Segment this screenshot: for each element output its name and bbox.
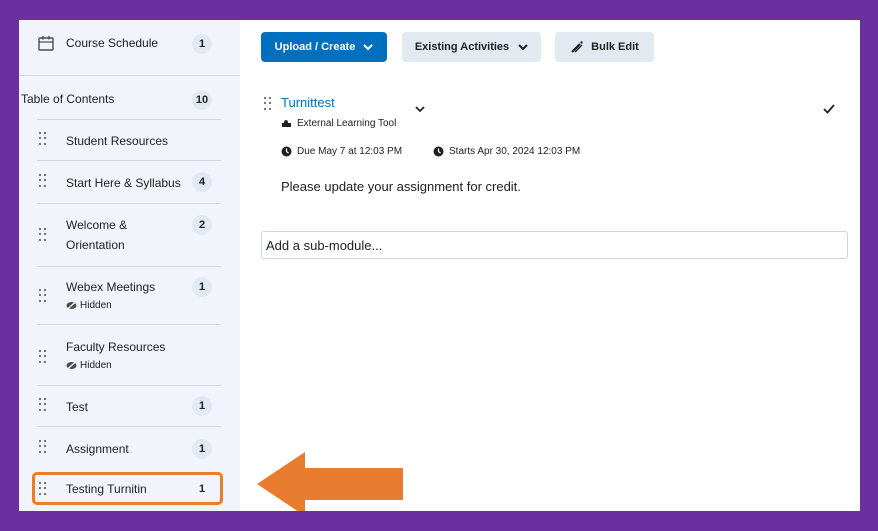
puzzle-icon [282, 120, 291, 127]
count-badge: 2 [192, 215, 212, 235]
drag-handle-icon[interactable] [39, 398, 47, 412]
upload-create-label: Upload / Create [274, 41, 356, 53]
sidebar-item-label: Assignment [66, 442, 129, 456]
sidebar-item-start-here-syllabus[interactable]: Start Here & Syllabus 4 [19, 161, 240, 203]
sidebar-item-label: Welcome & [66, 218, 128, 232]
sidebar-item-table-of-contents[interactable]: Table of Contents 10 [19, 76, 240, 119]
drag-handle-icon[interactable] [39, 228, 47, 242]
selected-indicator [228, 476, 240, 500]
sidebar-item-label: Faculty Resources [66, 340, 166, 354]
count-badge: 1 [192, 439, 212, 459]
sidebar: Course Schedule 1 Table of Contents 10 S… [19, 20, 240, 511]
calendar-icon [38, 36, 54, 51]
drag-handle-icon[interactable] [39, 350, 47, 364]
drag-handle-icon[interactable] [39, 132, 47, 146]
chevron-down-icon[interactable] [415, 106, 425, 113]
due-date-label: Due May 7 at 12:03 PM [297, 146, 403, 157]
sidebar-item-label: Test [66, 400, 89, 414]
annotation-arrow [257, 452, 403, 511]
drag-handle-icon[interactable] [39, 440, 47, 454]
add-submodule-placeholder: Add a sub-module... [266, 237, 383, 253]
sidebar-item-label: Course Schedule [66, 36, 159, 50]
bulk-edit-icon [571, 41, 583, 53]
clock-icon [281, 146, 292, 157]
chevron-down-icon [363, 43, 374, 50]
existing-activities-button[interactable]: Existing Activities [402, 32, 541, 62]
sidebar-item-faculty-resources[interactable]: Faculty Resources Hidden [19, 325, 240, 385]
count-badge: 4 [192, 172, 212, 192]
sidebar-item-label-line2: Orientation [66, 238, 125, 252]
course-content-frame: Course Schedule 1 Table of Contents 10 S… [19, 20, 860, 511]
bulk-edit-button[interactable]: Bulk Edit [555, 32, 654, 62]
eye-slash-icon [66, 361, 77, 370]
checkmark-icon[interactable] [823, 104, 835, 114]
sidebar-item-welcome-orientation[interactable]: Welcome & Orientation 2 [19, 204, 240, 266]
topic-due-date: Due May 7 at 12:03 PM [281, 146, 402, 157]
hidden-status: Hidden [66, 360, 112, 371]
count-badge: 1 [192, 277, 212, 297]
drag-handle-icon[interactable] [264, 97, 272, 111]
count-badge: 1 [192, 396, 212, 416]
chevron-down-icon [518, 43, 528, 50]
drag-handle-icon[interactable] [39, 289, 47, 303]
count-badge: 1 [192, 34, 212, 54]
clock-icon [433, 146, 444, 157]
existing-activities-label: Existing Activities [414, 41, 510, 53]
topic-title-link[interactable]: Turnittest [281, 95, 335, 110]
bulk-edit-label: Bulk Edit [591, 41, 639, 53]
add-submodule-input[interactable]: Add a sub-module... [261, 231, 848, 259]
sidebar-item-course-schedule[interactable]: Course Schedule 1 [19, 20, 240, 76]
upload-create-button[interactable]: Upload / Create [261, 32, 387, 62]
hidden-status: Hidden [66, 300, 112, 311]
hidden-label: Hidden [80, 360, 112, 371]
eye-slash-icon [66, 301, 77, 310]
topic-type: External Learning Tool [281, 118, 396, 129]
drag-handle-icon[interactable] [39, 174, 47, 188]
start-date-label: Starts Apr 30, 2024 12:03 PM [449, 146, 581, 157]
hidden-label: Hidden [80, 300, 112, 311]
sidebar-item-label: Student Resources [66, 134, 169, 148]
sidebar-item-label: Table of Contents [21, 92, 115, 106]
selection-highlight [32, 472, 223, 505]
sidebar-item-test[interactable]: Test 1 [19, 386, 240, 426]
count-badge: 10 [192, 90, 212, 110]
topic-type-label: External Learning Tool [297, 118, 397, 129]
sidebar-item-webex-meetings[interactable]: Webex Meetings Hidden 1 [19, 267, 240, 324]
sidebar-item-student-resources[interactable]: Student Resources [19, 120, 240, 160]
sidebar-item-assignment[interactable]: Assignment 1 [19, 427, 240, 469]
sidebar-item-label: Start Here & Syllabus [66, 176, 181, 190]
topic-start-date: Starts Apr 30, 2024 12:03 PM [433, 146, 580, 157]
topic-description: Please update your assignment for credit… [281, 179, 521, 194]
sidebar-item-label: Webex Meetings [66, 280, 156, 294]
